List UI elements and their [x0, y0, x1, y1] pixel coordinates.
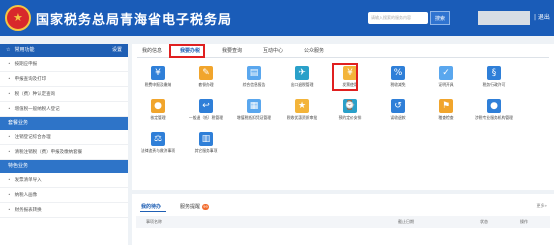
- sidebar-group-special[interactable]: 特色业务: [0, 160, 128, 173]
- service-tile[interactable]: ▤ 综合信息报告: [231, 66, 277, 87]
- sidebar-item[interactable]: 财务报表转换: [0, 203, 128, 218]
- service-tile-label: 涉税专业服务机构管理: [475, 115, 513, 120]
- tax-benefit-icon: ★: [295, 99, 309, 113]
- service-tile-label: 误收退款: [390, 115, 406, 120]
- column-header: 状态: [480, 219, 488, 224]
- tax-emblem-logo: ★: [5, 5, 31, 31]
- sidebar-item[interactable]: 注销登记综合办理: [0, 130, 128, 145]
- todo-table-header: 事项名称 截止日期 状态 操作: [136, 216, 550, 228]
- verification-icon: ●: [151, 99, 165, 113]
- tax-declaration-icon: ¥: [151, 66, 165, 80]
- pricing-icon: ⌚: [343, 99, 357, 113]
- active-tab-highlight: [169, 44, 205, 58]
- certificate-icon: ✓: [439, 66, 453, 80]
- service-tile[interactable]: ⌚ 预约定价安排: [327, 99, 373, 120]
- service-tile[interactable]: ✈ 出口退税管理: [279, 66, 325, 87]
- package-tile-highlight: [332, 63, 358, 91]
- sidebar-item[interactable]: 按期应申报: [0, 57, 128, 72]
- admin-permit-icon: §: [487, 66, 501, 80]
- service-tile-label: 预约定价安排: [338, 115, 362, 120]
- sidebar-group-package[interactable]: 套餐业务: [0, 117, 128, 130]
- service-tile-label: 税费申报及缴纳: [144, 82, 172, 87]
- sidebar-head-label: 常用功能: [14, 47, 35, 53]
- search-input[interactable]: 请输入搜索的服务内容: [368, 12, 428, 24]
- top-header: ★ 国家税务总局青海省电子税务局 请输入搜索的服务内容 搜索 | 退出: [0, 0, 554, 36]
- logout-link[interactable]: | 退出: [534, 12, 550, 21]
- tab-my-todo[interactable]: 我的待办: [141, 203, 161, 210]
- package-handling-icon: ✎: [199, 66, 213, 80]
- service-tile-label: 增值税抵扣凭证管理: [236, 115, 272, 120]
- info-report-icon: ▤: [247, 66, 261, 80]
- mistaken-refund-icon: ↺: [391, 99, 405, 113]
- service-tile-label: 税收减免: [390, 82, 406, 87]
- star-icon: ☆: [6, 47, 11, 53]
- service-tile[interactable]: ⚑ 稽查检查: [423, 99, 469, 120]
- service-tile[interactable]: ● 核定管理: [135, 99, 181, 120]
- service-tile-label: 核定管理: [150, 115, 166, 120]
- tab-service-reminder[interactable]: 服务提醒 99: [180, 203, 210, 210]
- search-button[interactable]: 搜索: [430, 11, 450, 25]
- service-tile-label: 套餐办理: [198, 82, 214, 87]
- service-tile[interactable]: ¥ 税费申报及缴纳: [135, 66, 181, 87]
- vat-deduction-icon: ▦: [247, 99, 261, 113]
- sidebar-item[interactable]: 清税注销税（费）申报及缴纳套餐: [0, 145, 128, 160]
- sidebar-settings-link[interactable]: 设置: [112, 44, 122, 57]
- tab-interaction[interactable]: 互动中心: [263, 47, 283, 54]
- tab-query[interactable]: 我要查询: [222, 47, 242, 54]
- legal-remedy-icon: ⚖: [151, 132, 165, 146]
- service-tile[interactable]: ✓ 证明开具: [423, 66, 469, 87]
- service-tile[interactable]: ▦ 增值税抵扣凭证管理: [231, 99, 277, 120]
- service-tile[interactable]: ● 涉税专业服务机构管理: [471, 99, 517, 120]
- service-tile[interactable]: ⚖ 法律追责与救济事项: [135, 132, 181, 153]
- export-refund-icon: ✈: [295, 66, 309, 80]
- column-header: 事项名称: [146, 219, 162, 224]
- service-tile[interactable]: § 税务行政许可: [471, 66, 517, 87]
- service-tile[interactable]: ★ 税收优惠资质审批: [279, 99, 325, 120]
- service-tile-label: 其它服务事项: [194, 148, 218, 153]
- service-tile[interactable]: ▥ 其它服务事项: [183, 132, 229, 153]
- sidebar-head: ☆ 常用功能 设置: [0, 44, 128, 57]
- reminder-count-badge: 99: [202, 203, 210, 210]
- sidebar-item[interactable]: 纳税人画像: [0, 188, 128, 203]
- column-header: 截止日期: [398, 219, 414, 224]
- other-services-icon: ▥: [199, 132, 213, 146]
- service-tile[interactable]: ✎ 套餐办理: [183, 66, 229, 87]
- more-link[interactable]: 更多»: [537, 203, 547, 209]
- service-tile-label: 综合信息报告: [242, 82, 266, 87]
- service-tile-label: 税务行政许可: [482, 82, 506, 87]
- tab-public-service[interactable]: 公众服务: [304, 47, 324, 54]
- main-panel: 我的信息 我要办税 我要查询 互动中心 公众服务 ¥ 税费申报及缴纳 ✎ 套餐办理 ▤ 综…: [132, 44, 554, 190]
- active-tab-underline: [140, 211, 166, 212]
- agency-management-icon: ●: [487, 99, 501, 113]
- sidebar-item[interactable]: 增值税一般纳税人登记: [0, 102, 128, 117]
- tax-reduction-icon: %: [391, 66, 405, 80]
- user-name-box: [478, 11, 530, 25]
- service-tile-label: 税收优惠资质审批: [286, 115, 318, 120]
- todo-panel: 我的待办 服务提醒 99 更多» 事项名称 截止日期 状态 操作: [132, 194, 554, 245]
- service-tile-label: 法律追责与救济事项: [140, 148, 176, 153]
- service-reminder-label: 服务提醒: [180, 204, 201, 210]
- sidebar: ☆常用功能 设置 按期应申报 申报查询及打印 税（费）种认定查询 增值税一般纳税…: [0, 44, 128, 245]
- service-tile-label: 一般退（抵）税管理: [188, 115, 224, 120]
- sidebar-item[interactable]: 申报查询及打印: [0, 72, 128, 87]
- inspection-icon: ⚑: [439, 99, 453, 113]
- service-tile-label: 稽查检查: [438, 115, 454, 120]
- service-tile[interactable]: % 税收减免: [375, 66, 421, 87]
- sidebar-item[interactable]: 发票清单导入: [0, 173, 128, 188]
- refund-icon: ↩: [199, 99, 213, 113]
- service-tile-label: 证明开具: [438, 82, 454, 87]
- column-header: 操作: [520, 219, 528, 224]
- sidebar-item[interactable]: 税（费）种认定查询: [0, 87, 128, 102]
- service-tile-label: 出口退税管理: [290, 82, 314, 87]
- tab-my-info[interactable]: 我的信息: [142, 47, 162, 54]
- service-tile[interactable]: ↩ 一般退（抵）税管理: [183, 99, 229, 120]
- service-tile[interactable]: ↺ 误收退款: [375, 99, 421, 120]
- site-title: 国家税务总局青海省电子税务局: [36, 13, 233, 28]
